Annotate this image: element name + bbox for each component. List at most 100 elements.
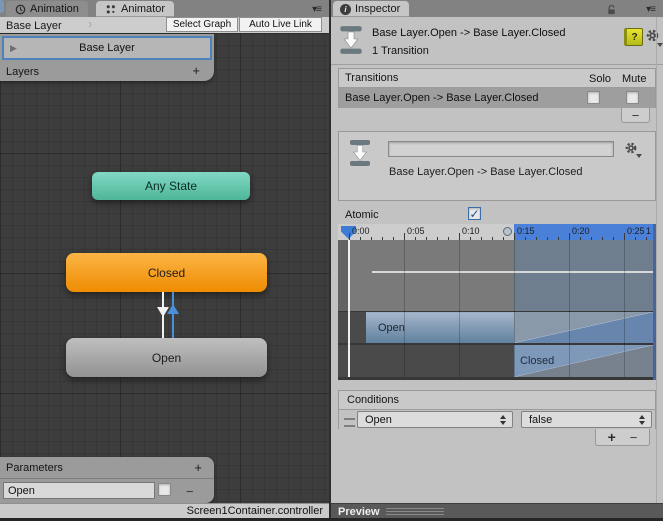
clock-icon [15, 4, 26, 14]
gear-dropdown-arrow-icon [657, 43, 663, 47]
animator-panel: Animation Animator ▾≡ Base Layer › Selec… [0, 0, 329, 521]
state-node-label: Closed [147, 265, 186, 280]
state-node-open[interactable]: Open [66, 338, 267, 377]
layers-widget: ▶ Base Layer Layers + [0, 34, 214, 81]
transition-region-overlay [514, 240, 653, 311]
ruler-tick-label: 0:15 [517, 226, 535, 236]
condition-value-dropdown[interactable]: false [521, 411, 652, 428]
transition-arrowhead-up-icon [167, 304, 179, 314]
transition-timeline[interactable]: 1 0:00 0:05 0:10 0:15 0:20 0:25 Open Clo… [338, 224, 657, 380]
ruler-edge-label: 1 [646, 226, 652, 236]
tab-animation-label: Animation [30, 3, 79, 15]
transition-list-row[interactable]: Base Layer.Open -> Base Layer.Closed [339, 88, 655, 108]
ruler-tick-label: 0:25 [627, 226, 645, 236]
parameter-name-field[interactable] [3, 482, 155, 499]
timeline-gridline [514, 240, 515, 377]
ruler-major-tick [404, 233, 405, 240]
inspector-header: Base Layer.Open -> Base Layer.Closed 1 T… [331, 17, 663, 65]
transition-detail-label: Base Layer.Open -> Base Layer.Closed [389, 166, 583, 178]
inspector-menu-icon[interactable]: ▾≡ [646, 4, 656, 15]
dropdown-arrows-icon [639, 415, 645, 425]
state-node-any-state[interactable]: Any State [92, 172, 250, 200]
remove-transition-button[interactable]: − [621, 108, 650, 123]
tab-animator-label: Animator [121, 3, 166, 15]
clip-fadeout-open [514, 312, 653, 343]
add-layer-button[interactable]: + [192, 63, 200, 78]
breadcrumb-chevron-icon: › [88, 16, 93, 31]
remove-parameter-button[interactable]: − [186, 484, 194, 499]
ruler-tick-label: 0:20 [572, 226, 590, 236]
timeline-gridline [404, 240, 405, 377]
help-question-glyph: ? [631, 31, 638, 43]
ruler-tick-label: 0:00 [352, 226, 370, 236]
timeline-gridline [624, 240, 625, 377]
clip-bar-label: Closed [520, 355, 555, 367]
state-node-label: Any State [144, 179, 198, 193]
gear-icon[interactable] [624, 141, 638, 155]
timeline-upper-area [338, 240, 653, 311]
transitions-box: Transitions Solo Mute Base Layer.Open ->… [338, 68, 656, 108]
timeline-gridline [459, 240, 460, 377]
ruler-tick-label: 0:05 [407, 226, 425, 236]
preview-label: Preview [338, 505, 380, 518]
inspector-tabbar: i Inspector ▾≡ [331, 0, 663, 17]
help-icon[interactable]: ? [624, 28, 643, 46]
add-parameter-button[interactable]: + [194, 460, 202, 475]
transition-start-marker-icon[interactable] [503, 227, 512, 236]
parameter-bool-checkbox[interactable] [158, 483, 171, 496]
layers-header-label: Layers [6, 65, 40, 78]
ruler-major-tick [514, 233, 515, 240]
mute-checkbox[interactable] [626, 91, 639, 104]
breadcrumb[interactable]: Base Layer [6, 20, 62, 32]
solo-column-label: Solo [589, 73, 612, 85]
inspector-panel: i Inspector ▾≡ Base Layer.Open -> Base L… [331, 0, 663, 521]
preview-drag-handle-icon[interactable] [385, 508, 444, 515]
scroll-gutter-line [656, 17, 657, 503]
unity-editor-window: Animation Animator ▾≡ Base Layer › Selec… [0, 0, 663, 521]
layer-row-base-layer[interactable]: ▶ Base Layer [2, 36, 212, 60]
tab-inspector[interactable]: i Inspector [333, 1, 410, 17]
transition-title: Base Layer.Open -> Base Layer.Closed [372, 27, 566, 39]
select-graph-button[interactable]: Select Graph [166, 17, 238, 32]
transition-name-field[interactable] [388, 141, 614, 157]
transitions-header: Transitions Solo Mute [339, 69, 655, 88]
panel-menu-icon[interactable]: ▾≡ [312, 4, 322, 15]
atomic-checkbox[interactable]: ✓ [468, 207, 481, 220]
dropdown-arrows-icon [500, 415, 506, 425]
track-closed: Closed [338, 345, 653, 377]
auto-live-link-button[interactable]: Auto Live Link [239, 17, 322, 32]
animator-icon [106, 4, 115, 13]
timeline-ruler[interactable]: 1 0:00 0:05 0:10 0:15 0:20 0:25 [338, 224, 653, 240]
playhead-line[interactable] [348, 240, 350, 377]
info-icon: i [340, 3, 351, 15]
transition-duration-line[interactable] [372, 271, 653, 273]
controller-status-bar: Screen1Container.controller [0, 503, 329, 518]
state-node-closed[interactable]: Closed [66, 253, 267, 292]
gear-dropdown-arrow-icon [636, 154, 642, 158]
controller-path-label: Screen1Container.controller [186, 505, 323, 517]
condition-parameter-dropdown[interactable]: Open [357, 411, 513, 428]
transition-row-label: Base Layer.Open -> Base Layer.Closed [345, 92, 539, 104]
preview-bar[interactable]: Preview [331, 503, 663, 519]
drag-handle-icon[interactable] [344, 418, 355, 427]
transition-arrow-open-to-closed-selected[interactable] [172, 292, 174, 338]
atomic-label: Atomic [345, 209, 379, 221]
solo-checkbox[interactable] [587, 91, 600, 104]
conditions-box: Conditions Open false [338, 390, 656, 429]
remove-condition-button[interactable]: − [630, 430, 638, 445]
transition-count: 1 Transition [372, 45, 429, 57]
condition-value: false [529, 413, 553, 426]
foldout-play-icon[interactable]: ▶ [10, 43, 17, 54]
parameters-header: Parameters + [0, 457, 214, 479]
state-machine-graph[interactable]: ▶ Base Layer Layers + Any State Closed O… [0, 33, 329, 503]
clip-bar-open[interactable]: Open [366, 312, 514, 343]
transition-icon [340, 26, 362, 54]
tab-animator[interactable]: Animator [96, 1, 175, 17]
transitions-header-label: Transitions [345, 72, 399, 84]
gear-icon[interactable] [645, 28, 660, 43]
clip-bar-closed[interactable]: Closed [514, 345, 653, 377]
add-condition-button[interactable]: + [608, 429, 616, 445]
lock-icon[interactable] [606, 4, 617, 15]
tab-animation[interactable]: Animation [6, 1, 88, 17]
docked-tab-fragment [0, 0, 4, 13]
